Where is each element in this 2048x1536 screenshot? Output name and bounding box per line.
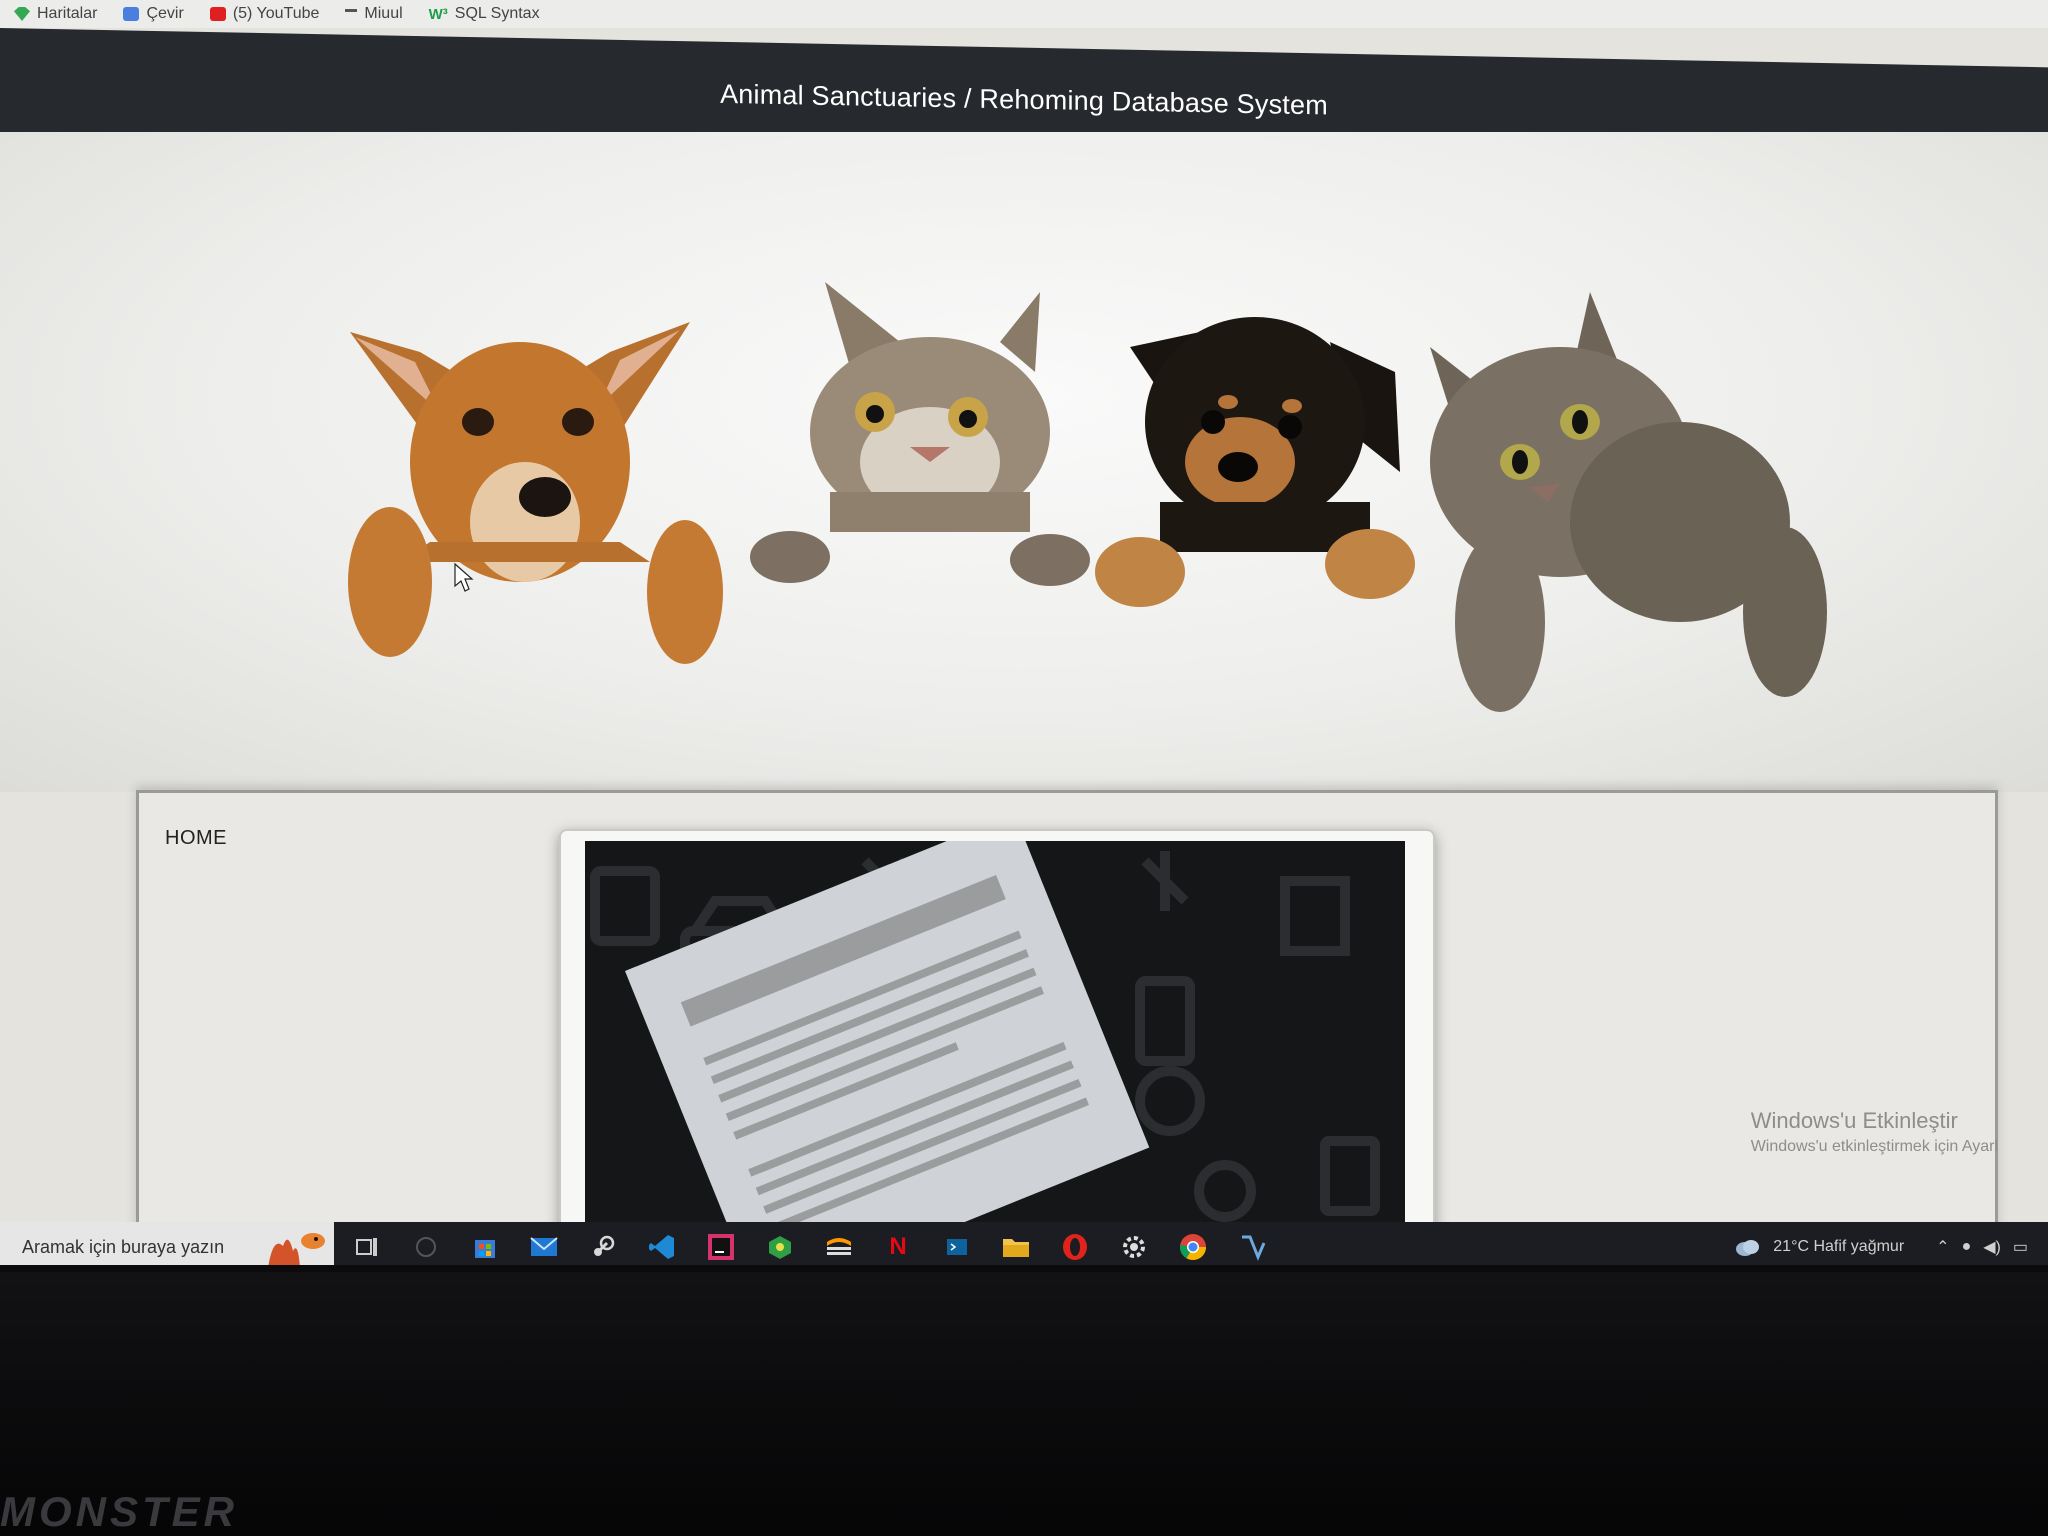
watermark-title: Windows'u Etkinleştir xyxy=(1750,1108,1958,1133)
bookmark-haritalar[interactable]: Haritalar xyxy=(14,5,97,23)
bookmark-label: (5) YouTube xyxy=(232,5,320,22)
translate-icon xyxy=(123,7,140,21)
mail-icon[interactable] xyxy=(529,1232,559,1262)
bookmark-sql-syntax[interactable]: W³ SQL Syntax xyxy=(429,5,540,23)
chevron-up-icon[interactable]: ⌃ xyxy=(1936,1237,1949,1257)
system-tray: 21°C Hafif yağmur ⌃ ● ◀) ▭ xyxy=(1733,1237,2048,1257)
maps-icon xyxy=(14,7,30,21)
app-green-icon[interactable] xyxy=(765,1232,795,1262)
battery-icon[interactable]: ▭ xyxy=(2013,1237,2028,1257)
watermark-subtitle: Windows'u etkinleştirmek için Ayarl xyxy=(1750,1138,1998,1155)
bookmark-cevir[interactable]: Çevir xyxy=(123,5,184,23)
chrome-icon[interactable] xyxy=(1178,1232,1208,1262)
intellij-icon[interactable] xyxy=(706,1232,736,1262)
bookmark-youtube[interactable]: (5) YouTube xyxy=(209,5,320,23)
terminal-icon[interactable] xyxy=(942,1232,972,1262)
settings-icon[interactable] xyxy=(1119,1232,1149,1262)
browser-window: Haritalar Çevir (5) YouTube Miuul W³ SQL… xyxy=(0,0,2048,1265)
taskbar-search-box[interactable]: Aramak için buraya yazın xyxy=(0,1222,334,1265)
vscode-icon[interactable] xyxy=(647,1232,677,1262)
cat-longhair-image xyxy=(1430,292,1827,712)
cortana-icon[interactable] xyxy=(411,1232,441,1262)
steam-icon[interactable] xyxy=(588,1232,618,1262)
search-placeholder: Aramak için buraya yazın xyxy=(22,1236,225,1257)
microphone-icon[interactable]: ● xyxy=(1962,1238,1972,1256)
windows-taskbar: Aramak için buraya yazın N 21°C Hafif ya… xyxy=(0,1222,2048,1265)
search-highlight-icon xyxy=(268,1233,325,1265)
laptop-brand-logo: MONSTER xyxy=(0,1488,238,1535)
document-sheet xyxy=(625,841,1150,1265)
report-image xyxy=(585,841,1405,1265)
netflix-icon[interactable]: N xyxy=(883,1232,913,1262)
bookmark-miuul[interactable]: Miuul xyxy=(345,5,403,23)
hero-illustration xyxy=(348,282,1827,712)
windows-activation-watermark: Windows'u Etkinleştir Windows'u etkinleş… xyxy=(1751,1108,1998,1156)
volume-icon[interactable]: ◀) xyxy=(1983,1237,2001,1257)
bookmark-label: SQL Syntax xyxy=(454,5,540,22)
python-ide-icon[interactable] xyxy=(1237,1232,1267,1262)
netflix-glyph: N xyxy=(889,1233,907,1260)
bookmark-label: Miuul xyxy=(364,5,403,22)
nav-home-link[interactable]: HOME xyxy=(165,827,227,850)
w3schools-icon: W³ xyxy=(428,5,448,23)
bookmarks-bar: Haritalar Çevir (5) YouTube Miuul W³ SQL… xyxy=(0,0,2048,28)
store-icon[interactable] xyxy=(470,1232,500,1262)
file-explorer-icon[interactable] xyxy=(1001,1232,1031,1262)
weather-cloud-icon xyxy=(1736,1240,1760,1256)
taskbar-apps: N xyxy=(352,1232,1267,1262)
opera-icon[interactable] xyxy=(1060,1232,1090,1262)
laptop-body xyxy=(0,1272,2048,1536)
task-view-icon[interactable] xyxy=(352,1232,382,1262)
document-illustration xyxy=(590,841,1380,1265)
youtube-icon xyxy=(209,7,226,21)
hero-banner xyxy=(0,132,2048,792)
main-panel: HOME xyxy=(136,790,1998,1265)
page-title: Animal Sanctuaries / Rehoming Database S… xyxy=(720,78,1328,120)
report-card[interactable] xyxy=(559,829,1435,1265)
cat-tabby-image xyxy=(750,282,1090,586)
puppy-rottweiler-image xyxy=(1095,317,1415,607)
weather-text[interactable]: 21°C Hafif yağmur xyxy=(1773,1238,1904,1256)
bookmark-label: Haritalar xyxy=(37,5,98,22)
miuul-icon xyxy=(345,8,358,20)
dog-tan-image xyxy=(348,322,723,664)
sublime-icon[interactable] xyxy=(824,1232,854,1262)
bookmark-label: Çevir xyxy=(146,5,184,22)
